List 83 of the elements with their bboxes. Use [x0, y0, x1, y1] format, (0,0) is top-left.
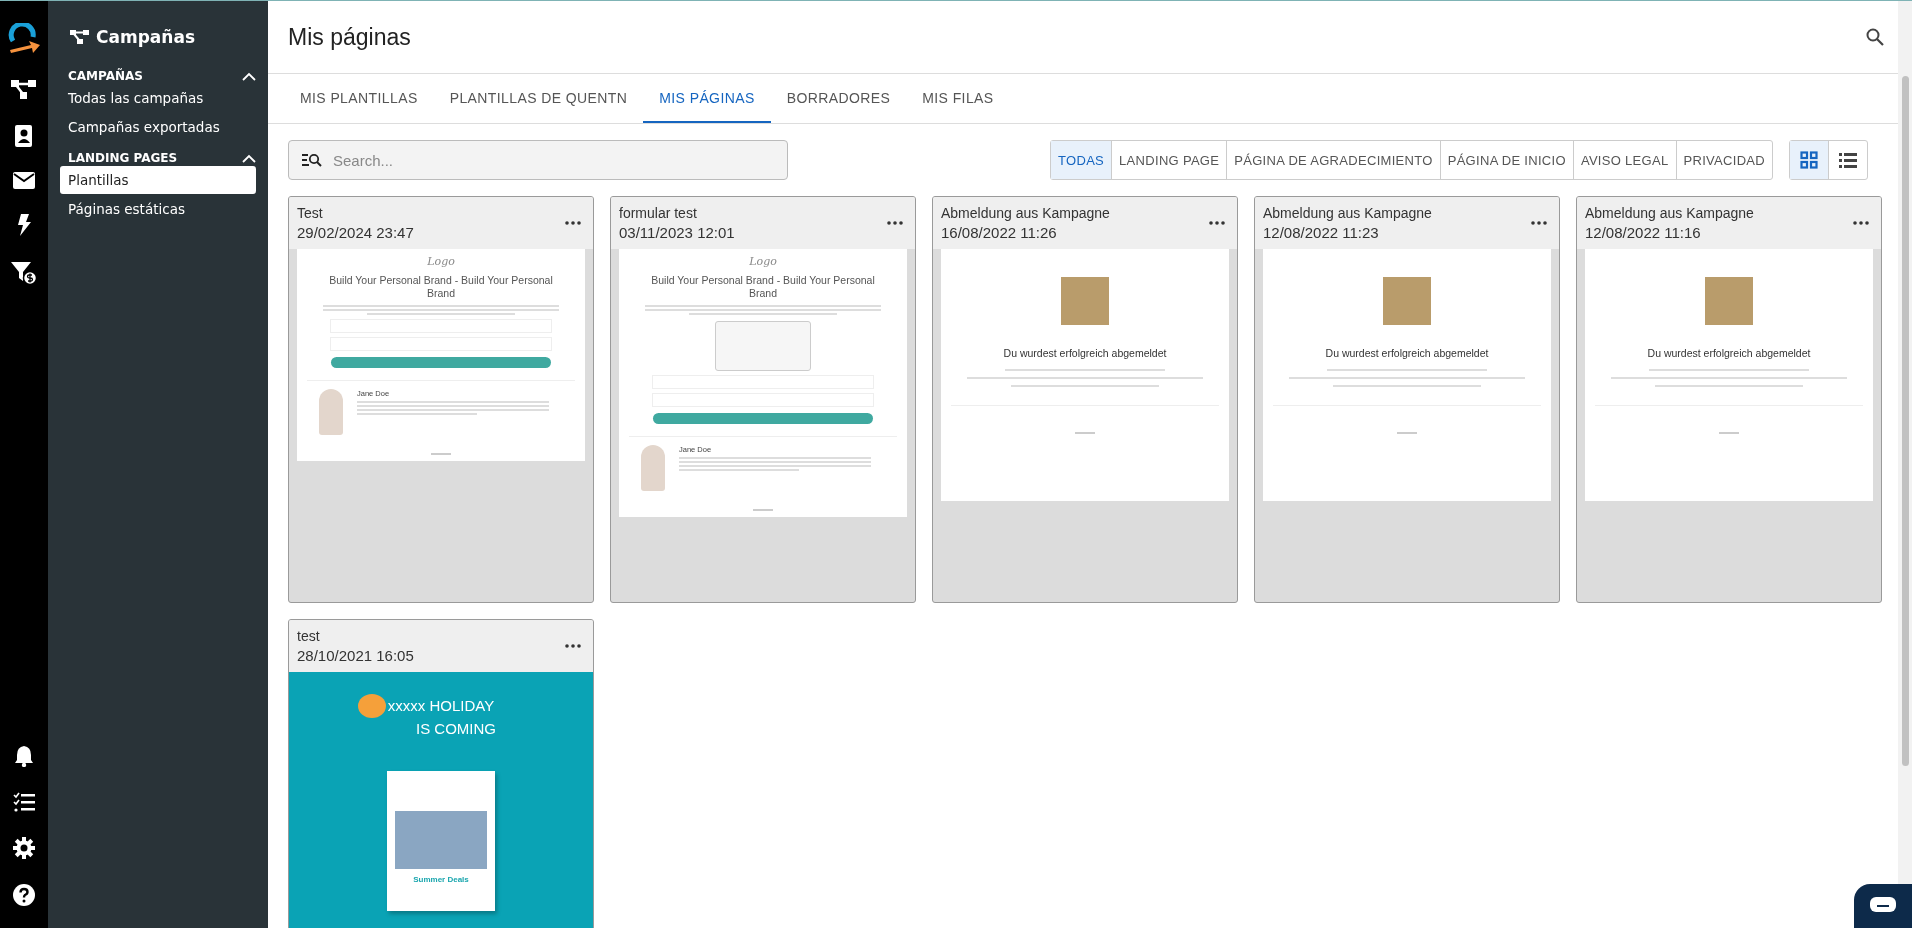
logo-text: Logo — [749, 255, 777, 268]
postcard-caption: Summer Deals — [413, 874, 469, 884]
filter-button[interactable]: TODAS — [1051, 141, 1112, 179]
tab[interactable]: MIS PÁGINAS — [643, 74, 771, 123]
page-date: 03/11/2023 12:01 — [619, 224, 735, 241]
help-icon[interactable] — [13, 884, 35, 906]
thumbnail-headline: Du wurdest erfolgreich abgemeldet — [1003, 347, 1167, 359]
page-date: 12/08/2022 11:16 — [1585, 224, 1702, 241]
page-card[interactable]: Abmeldung aus Kampagne 12/08/2022 11:16 Du wurdest erfolgreich abgemeldet — [1576, 196, 1882, 603]
sidebar-item[interactable]: Páginas estáticas — [60, 195, 256, 223]
thumbnail-subline: IS COMING — [416, 719, 496, 739]
section-title: CAMPAÑAS — [68, 69, 143, 83]
page-name: formular test — [619, 205, 698, 221]
page-card[interactable]: Abmeldung aus Kampagne 16/08/2022 11:26 Du wurdest erfolgreich abgemeldet — [932, 196, 1238, 603]
page-name: Abmeldung aus Kampagne — [1585, 205, 1754, 221]
tab[interactable]: MIS PLANTILLAS — [284, 74, 434, 123]
funnel-money-icon[interactable] — [11, 261, 37, 285]
mail-icon[interactable] — [13, 172, 35, 189]
scrollbar[interactable] — [1901, 76, 1909, 766]
filter-button[interactable]: PÁGINA DE AGRADECIMIENTO — [1226, 141, 1440, 179]
lightning-icon[interactable] — [17, 214, 31, 236]
sidebar-item[interactable]: Todas las campañas — [60, 84, 256, 112]
chat-button[interactable] — [1854, 884, 1912, 928]
more-icon[interactable] — [1853, 221, 1869, 225]
filter-button[interactable]: PÁGINA DE INICIO — [1439, 141, 1573, 179]
more-icon[interactable] — [887, 221, 903, 225]
footer-mark — [753, 509, 773, 512]
search-icon[interactable] — [1866, 28, 1884, 46]
page-name: Abmeldung aus Kampagne — [1263, 205, 1432, 221]
sidebar-item[interactable]: Plantillas — [60, 166, 256, 194]
person-silhouette — [641, 445, 665, 492]
thumbnail-headline: xxxxx HOLIDAY — [387, 695, 495, 716]
page-name: Test — [297, 205, 324, 221]
chevron-icon[interactable] — [242, 71, 256, 81]
footer-mark — [1075, 432, 1095, 434]
tab[interactable]: MIS FILAS — [906, 74, 1010, 123]
filter-button[interactable]: LANDING PAGE — [1111, 141, 1227, 179]
circle-drawing — [357, 694, 386, 718]
photo-placeholder — [1383, 277, 1431, 325]
checklist-icon[interactable] — [13, 792, 35, 812]
settings-icon[interactable] — [13, 837, 35, 859]
bell-icon[interactable] — [14, 745, 34, 767]
page-date: 12/08/2022 11:23 — [1263, 224, 1380, 241]
page-card[interactable]: test 28/10/2021 16:05 xxxxx HOLIDAY IS COMING Summer Deals — [288, 619, 594, 928]
page-name: test — [297, 628, 321, 644]
tab[interactable]: PLANTILLAS DE QUENTN — [433, 74, 644, 123]
list-icon — [1839, 152, 1857, 168]
more-icon[interactable] — [1531, 221, 1547, 225]
thumbnail-headline: Du wurdest erfolgreich abgemeldet — [1325, 347, 1489, 359]
thumbnail-headline: Build Your Personal Brand - Build Your Personal Brand — [650, 274, 876, 301]
more-icon[interactable] — [1209, 221, 1225, 225]
grid-icon — [1800, 151, 1818, 169]
page-title: Mis páginas — [288, 23, 411, 51]
page-name: Abmeldung aus Kampagne — [941, 205, 1110, 221]
sidebar-item[interactable]: Campañas exportadas — [60, 113, 256, 141]
page-card[interactable]: Abmeldung aus Kampagne 12/08/2022 11:23 Du wurdest erfolgreich abgemeldet — [1254, 196, 1560, 603]
grid-view-button[interactable] — [1790, 141, 1828, 179]
photo-placeholder — [1061, 277, 1109, 325]
filter-button[interactable]: PRIVACIDAD — [1675, 141, 1772, 179]
contact-book-icon[interactable] — [14, 125, 34, 147]
chevron-icon[interactable] — [242, 153, 256, 163]
thumbnail-headline: Du wurdest erfolgreich abgemeldet — [1647, 347, 1811, 359]
page-date: 16/08/2022 11:26 — [941, 224, 1058, 241]
sidebar-title: Campañas — [96, 27, 195, 47]
search-field[interactable]: Search... — [288, 140, 788, 180]
chat-icon — [1870, 897, 1896, 915]
filter-button[interactable]: AVISO LEGAL — [1572, 141, 1676, 179]
app-logo — [7, 23, 41, 53]
footer-mark — [431, 453, 451, 456]
footer-mark — [1719, 432, 1739, 434]
flow-icon — [70, 29, 90, 45]
more-icon[interactable] — [565, 644, 581, 648]
photo-placeholder — [1705, 277, 1753, 325]
section-title: LANDING PAGES — [68, 151, 178, 165]
page-date: 29/02/2024 23:47 — [297, 224, 414, 241]
person-silhouette — [319, 389, 343, 436]
thumbnail-headline: Build Your Personal Brand - Build Your Personal Brand — [328, 274, 554, 301]
page-date: 28/10/2021 16:05 — [297, 647, 414, 664]
flow-icon[interactable] — [11, 78, 37, 100]
more-icon[interactable] — [565, 221, 581, 225]
logo-text: Logo — [427, 255, 455, 268]
footer-mark — [1397, 432, 1417, 434]
tab[interactable]: BORRADORES — [770, 74, 907, 123]
